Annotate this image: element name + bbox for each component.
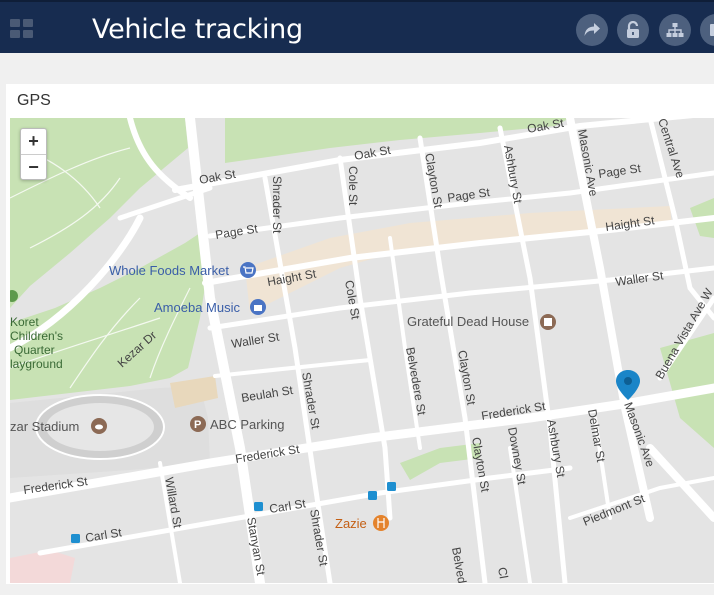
parking-icon[interactable]: P bbox=[190, 416, 206, 432]
bus-stop-icon[interactable] bbox=[368, 491, 377, 500]
bus-stop-icon[interactable] bbox=[71, 534, 80, 543]
zoom-in-button[interactable]: + bbox=[21, 129, 46, 154]
panel-title: GPS bbox=[17, 92, 51, 109]
poi-label: ABC Parking bbox=[210, 417, 284, 432]
hierarchy-icon bbox=[666, 23, 684, 37]
restaurant-icon[interactable] bbox=[373, 515, 389, 531]
poi-label: zar Stadium bbox=[10, 419, 79, 434]
poi-label: Amoeba Music bbox=[154, 300, 240, 315]
folder-icon bbox=[710, 24, 714, 36]
poi-label: Children's bbox=[10, 329, 63, 343]
poi-label: Zazie bbox=[335, 516, 367, 531]
share-button[interactable] bbox=[576, 14, 608, 46]
street-label: Cole St bbox=[346, 166, 360, 206]
bus-stop-icon[interactable] bbox=[254, 502, 263, 511]
folder-button[interactable] bbox=[700, 14, 714, 46]
shopping-cart-icon[interactable] bbox=[240, 262, 256, 278]
street-label: Cl bbox=[495, 566, 511, 580]
poi-label: Grateful Dead House bbox=[407, 314, 529, 329]
map-canvas[interactable]: Oak St Oak St Oak St Page St Page St Pag… bbox=[10, 118, 714, 583]
stadium-icon[interactable] bbox=[91, 418, 107, 434]
unlock-button[interactable] bbox=[617, 14, 649, 46]
app-grid-icon[interactable] bbox=[10, 19, 34, 39]
share-icon bbox=[584, 23, 600, 36]
zoom-control: + − bbox=[20, 128, 47, 180]
page-title: Vehicle tracking bbox=[92, 14, 303, 45]
zoom-out-button[interactable]: − bbox=[21, 154, 46, 179]
unlock-icon bbox=[627, 21, 639, 38]
poi-label: Koret bbox=[10, 315, 39, 329]
shopping-bag-icon[interactable] bbox=[250, 299, 266, 315]
landmark-icon[interactable] bbox=[540, 314, 556, 330]
poi-label: Quarter bbox=[14, 343, 55, 357]
hierarchy-button[interactable] bbox=[659, 14, 691, 46]
poi-label: layground bbox=[10, 357, 63, 371]
street-label: Shrader St bbox=[270, 176, 284, 234]
top-bar: Vehicle tracking bbox=[0, 0, 714, 53]
svg-text:P: P bbox=[194, 419, 201, 431]
map-view[interactable]: Oak St Oak St Oak St Page St Page St Pag… bbox=[10, 118, 714, 583]
bus-stop-icon[interactable] bbox=[387, 482, 396, 491]
poi-label: Whole Foods Market bbox=[109, 263, 229, 278]
